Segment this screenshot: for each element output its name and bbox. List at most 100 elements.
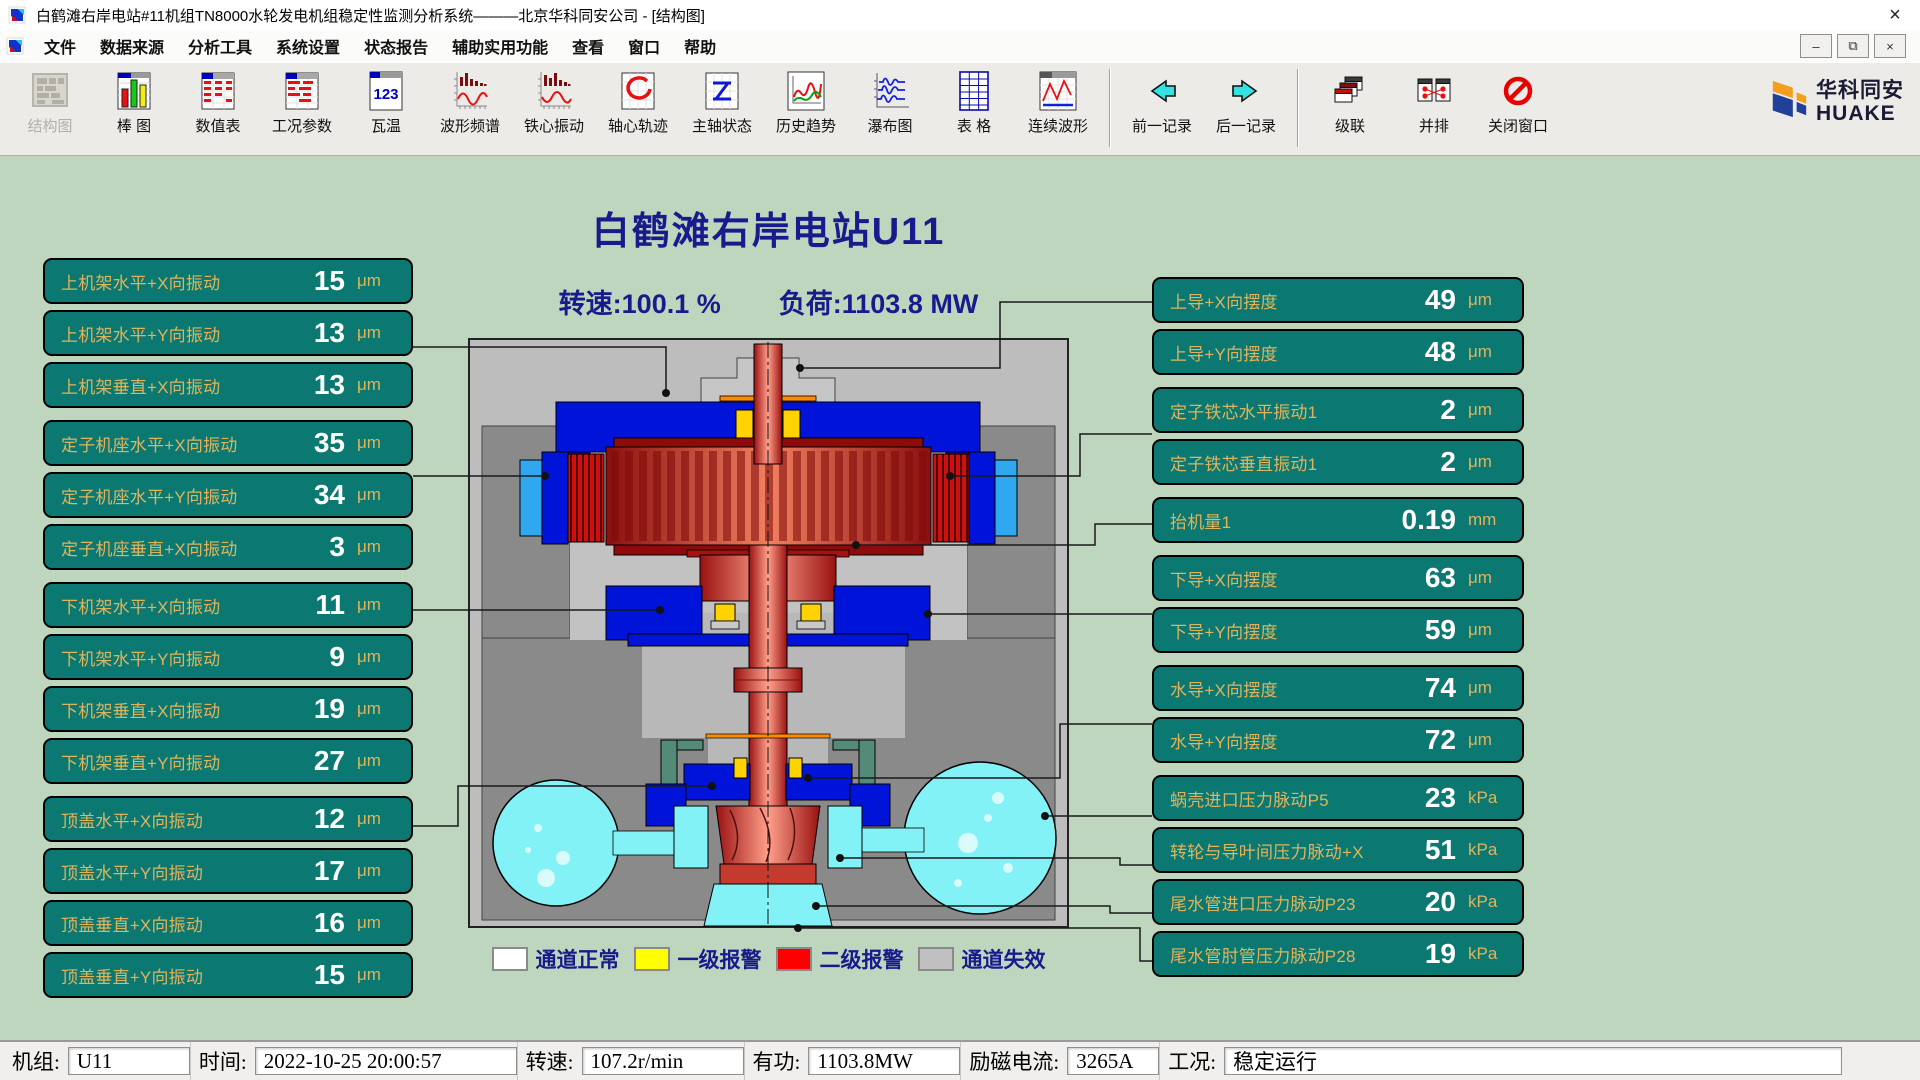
toolbar-button-axis-orbit[interactable]: 轴心轨迹 [596, 69, 680, 136]
menu-item-2[interactable]: 分析工具 [176, 40, 264, 57]
meter-label: 顶盖垂直+X向振动 [61, 911, 271, 936]
toolbar-separator [1297, 69, 1299, 147]
meter-panel: 水导+X向摆度74μm [1152, 665, 1524, 711]
meter-panel: 上机架垂直+X向振动13μm [43, 362, 413, 408]
meter-unit: μm [345, 375, 403, 395]
toolbar-button-cascade[interactable]: 级联 [1308, 69, 1392, 136]
child-window-icon [6, 36, 26, 56]
meter-panel: 顶盖垂直+Y向振动15μm [43, 952, 413, 998]
toolbar-separator [1109, 69, 1111, 147]
toolbar-button-waterfall[interactable]: 瀑布图 [848, 69, 932, 136]
status-field-5: 工况:稳定运行 [1159, 1042, 1842, 1080]
minimize-button[interactable]: – [1800, 34, 1832, 58]
toolbar-button-label: 轴心轨迹 [608, 115, 668, 136]
next-record-icon [1223, 69, 1269, 113]
menu-item-5[interactable]: 辅助实用功能 [440, 40, 560, 57]
meter-panel: 定子机座垂直+X向振动3μm [43, 524, 413, 570]
toolbar-button-tile-side[interactable]: 并排 [1392, 69, 1476, 136]
meter-unit: μm [345, 861, 403, 881]
toolbar-button-history-trend[interactable]: 历史趋势 [764, 69, 848, 136]
right-panel-group-1: 定子铁芯水平振动12μm定子铁芯垂直振动12μm [1152, 387, 1524, 485]
toolbar-button-bar-graph[interactable]: 棒 图 [92, 69, 176, 136]
menu-item-0[interactable]: 文件 [32, 40, 88, 57]
app-icon [8, 5, 28, 25]
meter-label: 抬机量1 [1170, 508, 1382, 533]
toolbar-button-structure-diagram[interactable]: 结构图 [8, 69, 92, 136]
toolbar-button-data-table[interactable]: 表 格 [932, 69, 1016, 136]
status-bar: 机组:U11时间:2022-10-25 20:00:57转速:107.2r/mi… [0, 1040, 1920, 1080]
tile-side-icon [1411, 69, 1457, 113]
toolbar-items: 结构图棒 图数值表工况参数123瓦温波形频谱铁心振动 轴心轨迹主轴状态历史趋势瀑布… [8, 69, 1560, 147]
status-field-1: 时间:2022-10-25 20:00:57 [190, 1042, 517, 1080]
toolbar-button-label: 历史趋势 [776, 115, 836, 136]
meter-value: 23 [1382, 782, 1456, 814]
menu-item-4[interactable]: 状态报告 [352, 40, 440, 57]
right-panel-group-3: 下导+X向摆度63μm下导+Y向摆度59μm [1152, 555, 1524, 653]
legend-swatch [776, 947, 812, 971]
status-value: 2022-10-25 20:00:57 [255, 1047, 517, 1075]
meter-value: 35 [271, 427, 345, 459]
meter-value: 3 [271, 531, 345, 563]
meter-panel: 上机架水平+X向振动15μm [43, 258, 413, 304]
meter-unit: μm [345, 647, 403, 667]
toolbar-button-prev-record[interactable]: 前一记录 [1120, 69, 1204, 136]
meter-panel: 下机架水平+Y向振动9μm [43, 634, 413, 680]
meter-panel: 下机架垂直+X向振动19μm [43, 686, 413, 732]
menu-item-8[interactable]: 帮助 [672, 40, 728, 57]
restore-button[interactable]: ⧉ [1837, 34, 1869, 58]
toolbar-button-label: 数值表 [195, 115, 240, 136]
meter-label: 定子机座垂直+X向振动 [61, 535, 271, 560]
meter-unit: μm [345, 323, 403, 343]
speed-readout: 转速:100.1 % [559, 282, 721, 321]
meter-unit: μm [345, 485, 403, 505]
toolbar-button-close-window[interactable]: 关闭窗口 [1476, 69, 1560, 136]
toolbar-button-label: 铁心振动 [524, 115, 584, 136]
toolbar-button-core-vibration[interactable]: 铁心振动 [512, 69, 596, 136]
meter-panel: 顶盖水平+X向振动12μm [43, 796, 413, 842]
meter-unit: μm [1456, 568, 1514, 588]
meter-label: 顶盖垂直+Y向振动 [61, 963, 271, 988]
status-label: 时间: [191, 1046, 255, 1076]
meter-label: 下机架水平+Y向振动 [61, 645, 271, 670]
meter-value: 17 [271, 855, 345, 887]
toolbar-button-label: 级联 [1335, 115, 1365, 136]
left-panel-group-1: 定子机座水平+X向振动35μm定子机座水平+Y向振动34μm定子机座垂直+X向振… [43, 420, 413, 570]
toolbar-button-numeric-table[interactable]: 数值表 [176, 69, 260, 136]
toolbar-button-wave-spectrum[interactable]: 波形频谱 [428, 69, 512, 136]
meter-panel: 下机架垂直+Y向振动27μm [43, 738, 413, 784]
meter-label: 上导+Y向摆度 [1170, 340, 1382, 365]
close-child-button[interactable]: × [1874, 34, 1906, 58]
status-field-4: 励磁电流:3265A [960, 1042, 1159, 1080]
meter-value: 51 [1382, 834, 1456, 866]
legend-label: 一级报警 [678, 944, 762, 974]
legend-label: 通道正常 [536, 944, 620, 974]
meter-value: 19 [1382, 938, 1456, 970]
window-close-button[interactable]: × [1878, 4, 1912, 27]
left-panel-group-2: 下机架水平+X向振动11μm下机架水平+Y向振动9μm下机架垂直+X向振动19μ… [43, 582, 413, 784]
menu-item-6[interactable]: 查看 [560, 40, 616, 57]
right-panel-group-0: 上导+X向摆度49μm上导+Y向摆度48μm [1152, 277, 1524, 375]
status-field-0: 机组:U11 [4, 1042, 190, 1080]
toolbar-button-condition-params[interactable]: 工况参数 [260, 69, 344, 136]
toolbar-button-pad-temperature[interactable]: 123瓦温 [344, 69, 428, 136]
menu-item-3[interactable]: 系统设置 [264, 40, 352, 57]
huake-logo-icon [1768, 77, 1810, 128]
meter-value: 15 [271, 265, 345, 297]
toolbar-button-next-record[interactable]: 后一记录 [1204, 69, 1288, 136]
meter-panel: 上导+X向摆度49μm [1152, 277, 1524, 323]
prev-record-icon [1139, 69, 1185, 113]
toolbar-button-shaft-status[interactable]: 主轴状态 [680, 69, 764, 136]
meter-label: 顶盖水平+Y向振动 [61, 859, 271, 884]
meter-unit: μm [1456, 400, 1514, 420]
status-field-3: 有功:1103.8MW [744, 1042, 961, 1080]
meter-value: 15 [271, 959, 345, 991]
menu-item-7[interactable]: 窗口 [616, 40, 672, 57]
meter-value: 11 [271, 589, 345, 621]
toolbar-button-label: 后一记录 [1216, 115, 1276, 136]
toolbar-button-label: 关闭窗口 [1488, 115, 1548, 136]
toolbar-button-continuous-wave[interactable]: 连续波形 [1016, 69, 1100, 136]
brand-name-cn: 华科同安 [1816, 80, 1904, 102]
menu-item-1[interactable]: 数据来源 [88, 40, 176, 57]
mdi-window-controls: –⧉× [1800, 34, 1914, 58]
right-panel-group-5: 蜗壳进口压力脉动P523kPa转轮与导叶间压力脉动+X51kPa尾水管进口压力脉… [1152, 775, 1524, 977]
